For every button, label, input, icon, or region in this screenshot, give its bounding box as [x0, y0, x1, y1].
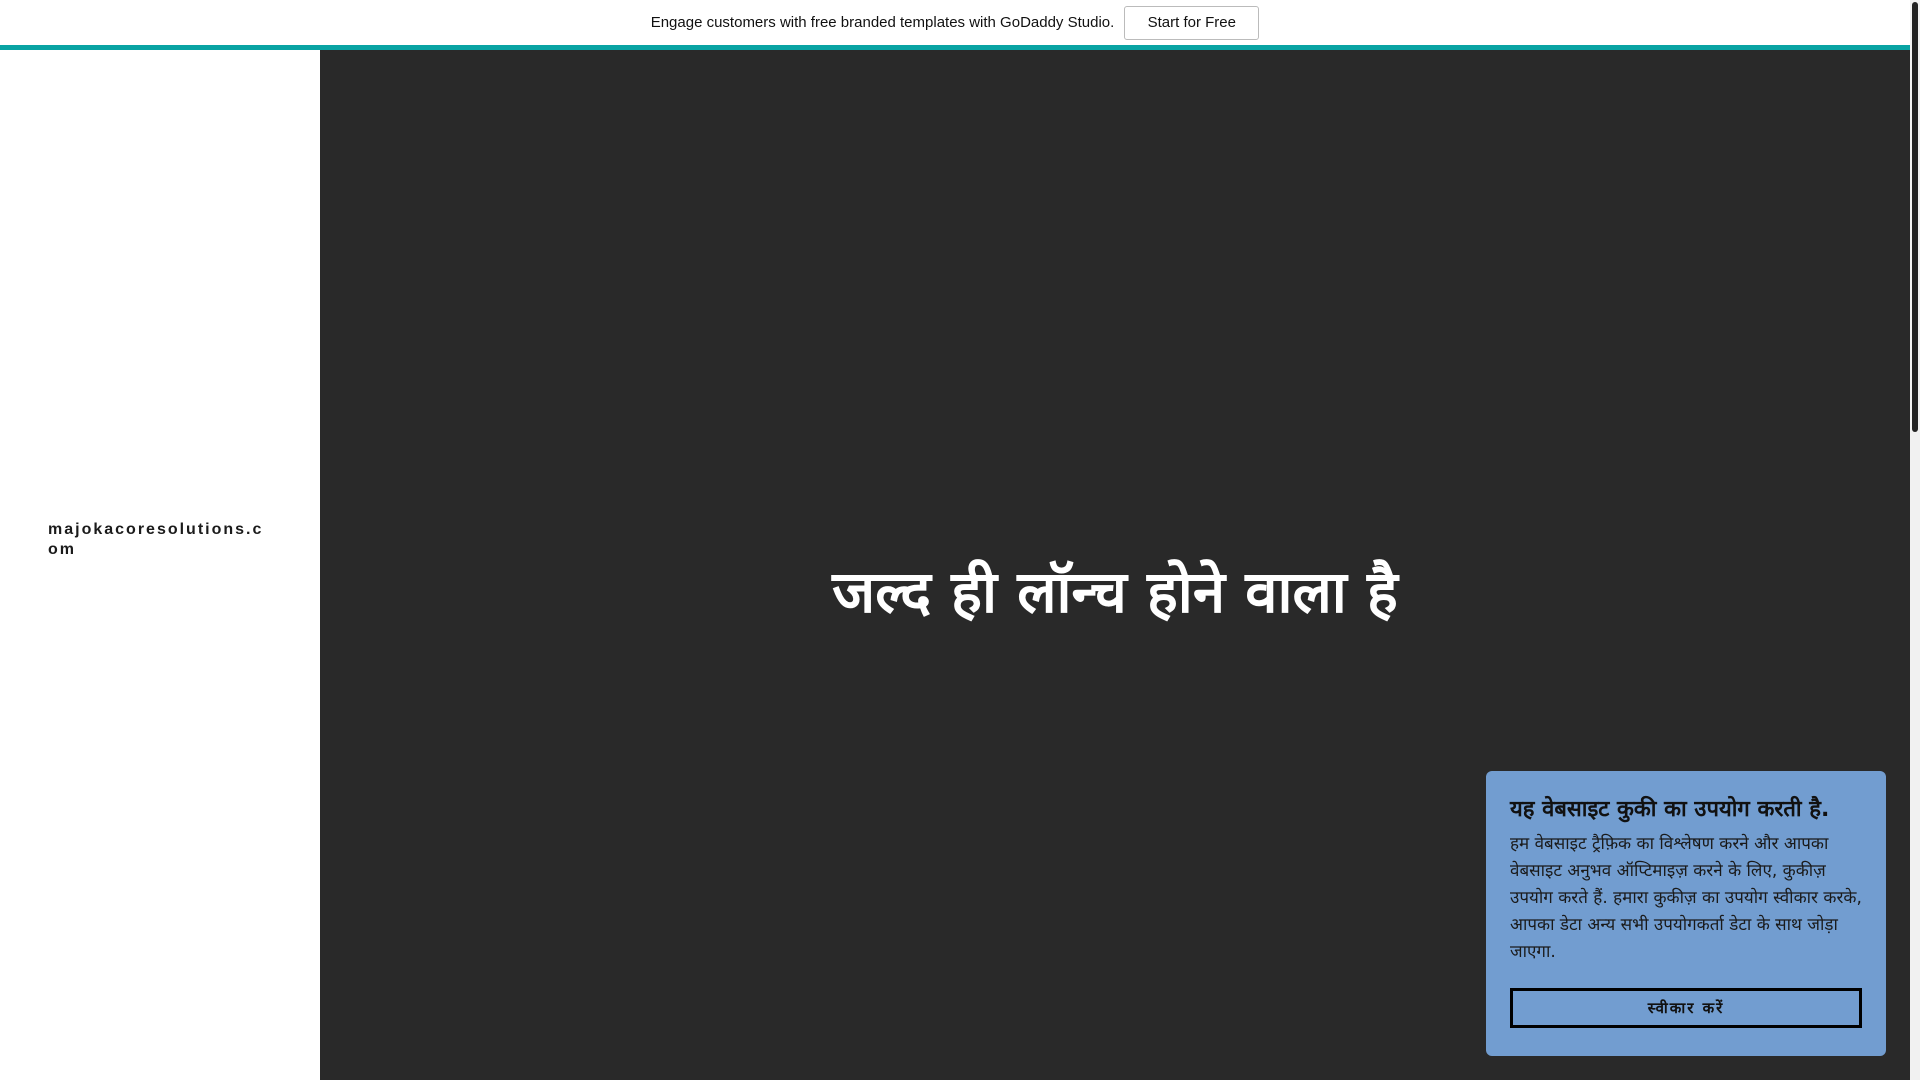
promo-banner: Engage customers with free branded templ… — [0, 0, 1910, 45]
cookie-body: हम वेबसाइट ट्रैफ़िक का विश्लेषण करने और … — [1510, 834, 1862, 962]
cookie-title: यह वेबसाइट कुकी का उपयोग करती है. — [1510, 797, 1830, 822]
promo-message: Engage customers with free branded templ… — [650, 14, 1115, 31]
scrollbar-thumb[interactable] — [1912, 2, 1918, 432]
page-headline: जल्द ही लॉन्च होने वाला है — [832, 558, 1398, 626]
site-name[interactable]: majokacoresolutions.com — [48, 520, 273, 560]
start-for-free-button[interactable]: Start for Free — [1124, 5, 1260, 40]
scrollbar[interactable] — [1910, 0, 1920, 1080]
sidebar: majokacoresolutions.com — [0, 50, 320, 1080]
cookie-consent-popup: यह वेबसाइट कुकी का उपयोग करती है. हम वेब… — [1486, 771, 1886, 1056]
accept-cookies-button[interactable]: स्वीकार करें — [1510, 988, 1862, 1028]
